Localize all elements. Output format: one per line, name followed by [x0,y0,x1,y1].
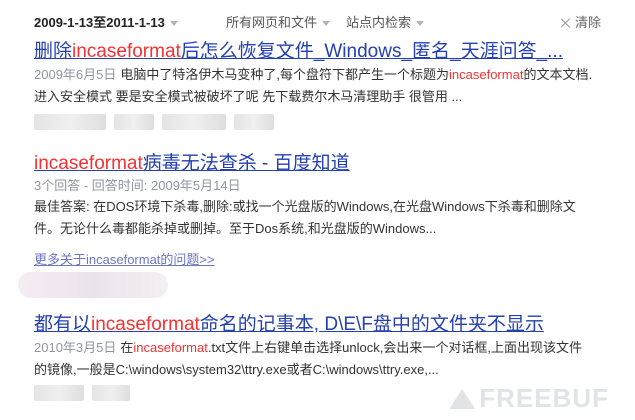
chevron-down-icon [169,21,178,27]
result-snippet: 2010年3月5日 在incaseformat.txt文件上右键单击选择unloc… [34,337,614,381]
result-date: 2010年3月5日 [34,340,117,355]
freebuf-logo-icon [449,389,476,409]
clear-label: 清除 [574,15,601,30]
search-result: 删除incaseformat后怎么恢复文件_Windows_匿名_天涯问答_..… [34,40,614,135]
snippet-text: 在 [120,340,134,355]
chevron-down-icon [322,21,331,27]
snippet-keyword: incaseformat [133,340,208,355]
search-result: incaseformat病毒无法查杀 - 百度知道 3个回答 - 回答时间: 2… [34,152,614,270]
result-title-link[interactable]: 都有以incaseformat命名的记事本, D\E\F盘中的文件夹不显示 [34,313,614,337]
snippet-text: 的镜像,一般是C:\windows\system32\ttry.exe或者C:\… [34,362,439,377]
snippet-keyword: incaseformat [449,67,524,82]
title-text: 后怎么恢复文件_Windows_匿名_天涯问答_... [180,41,563,62]
watermark-text: FREEBUF [479,383,609,413]
result-title-link[interactable]: incaseformat病毒无法查杀 - 百度知道 [34,152,614,176]
result-date: 2009年6月5日 [34,67,117,82]
more-questions-link[interactable]: 更多关于incaseformat的问题>> [34,252,215,267]
watermark: FREEBUF [449,383,609,414]
snippet-text: 最佳答案: 在DOS环境下杀毒,删除:或找一个光盘版的Windows,在光盘Wi… [34,199,576,214]
scope-filter[interactable]: 所有网页和文件 [226,12,331,31]
site-search-label: 站点内检索 [346,15,412,30]
site-search-filter[interactable]: 站点内检索 [346,12,425,31]
snippet-text: 的文本文档. [523,67,593,82]
snippet-text: 件。无论什么毒都能杀掉或删掉。至于Dos系统,和光盘版的Windows... [34,221,437,236]
title-keyword: incaseformat [72,41,181,62]
chevron-down-icon [416,21,425,27]
title-keyword: incaseformat [34,153,143,174]
title-text: 命名的记事本, D\E\F盘中的文件夹不显示 [199,314,544,335]
title-text: 病毒无法查杀 - 百度知道 [142,153,350,174]
result-snippet: 2009年6月5日 电脑中了特洛伊木马变种了,每个盘符下都产生一个标题为incas… [34,64,614,108]
title-keyword: incaseformat [91,314,200,335]
clear-filters-button[interactable]: 清除 [561,12,601,31]
date-range-label: 2009-1-13至2011-1-13 [34,15,165,30]
close-icon [561,18,571,28]
title-text: 都有以 [34,314,92,335]
snippet-text: .txt文件上右键单击选择unlock,会出来一个对话框,上面出现该文件 [207,340,582,355]
search-filter-bar: 2009-1-13至2011-1-13 所有网页和文件 站点内检索 清除 [34,12,601,32]
result-meta: 3个回答 - 回答时间: 2009年5月14日 [34,178,241,193]
blurred-url [18,272,168,298]
result-title-link[interactable]: 删除incaseformat后怎么恢复文件_Windows_匿名_天涯问答_..… [34,40,614,64]
blurred-url [34,114,614,135]
snippet-text: 进入安全模式 要是安全模式被破坏了呢 先下载费尔木马清理助手 很管用 ... [34,89,463,104]
snippet-text: 电脑中了特洛伊木马变种了,每个盘符下都产生一个标题为 [120,67,450,82]
scope-label: 所有网页和文件 [226,15,318,30]
date-range-filter[interactable]: 2009-1-13至2011-1-13 [34,12,178,31]
result-snippet: 最佳答案: 在DOS环境下杀毒,删除:或找一个光盘版的Windows,在光盘Wi… [34,196,614,240]
title-text: 删除 [34,41,73,62]
